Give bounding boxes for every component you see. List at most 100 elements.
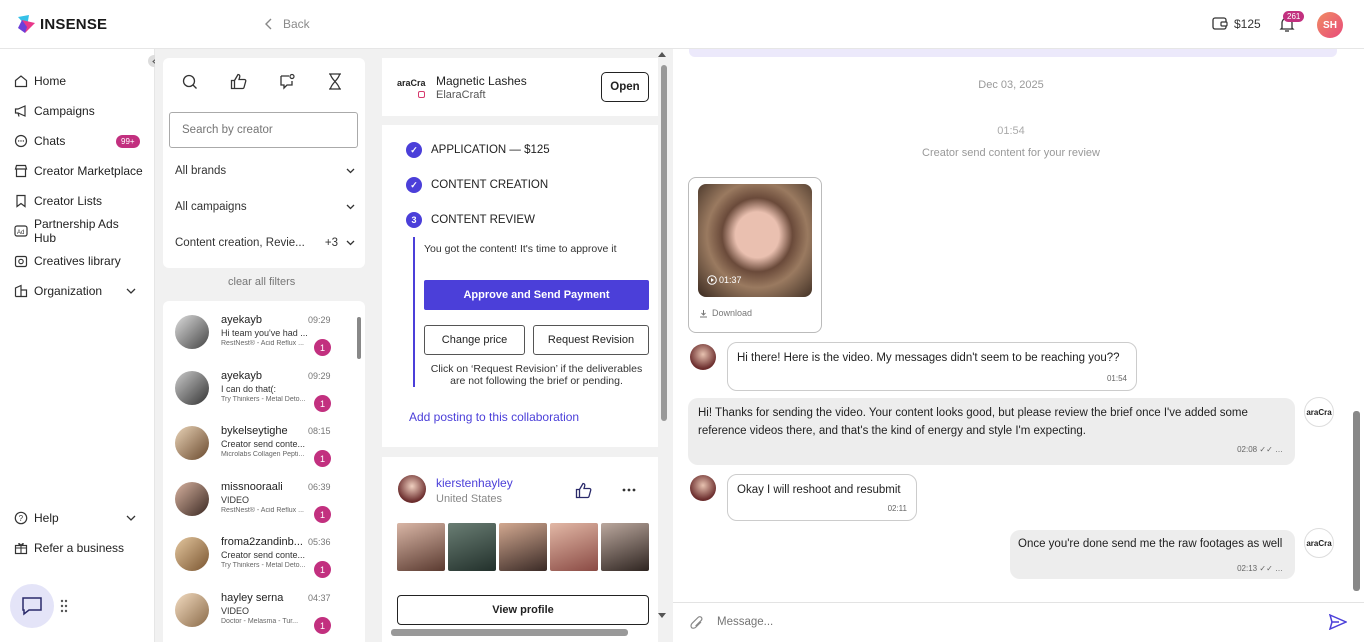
sidebar-item-label: Creator Lists (34, 194, 103, 208)
search-input[interactable] (169, 112, 358, 148)
clear-filters-link[interactable]: clear all filters (228, 276, 295, 288)
add-posting-link[interactable]: Add posting to this collaboration (409, 410, 579, 424)
logo[interactable]: INSENSE (16, 14, 107, 34)
user-avatar[interactable]: SH (1317, 12, 1343, 38)
open-campaign-button[interactable]: Open (601, 72, 649, 102)
wallet-icon (1212, 17, 1228, 30)
chat-list-item[interactable]: ayekayb 09:29 Hi team you've had ... Res… (165, 309, 337, 361)
bookmark-icon (16, 194, 26, 208)
creator-message-avatar (690, 344, 716, 370)
ad-icon: Ad (14, 225, 28, 237)
support-chat-button[interactable] (10, 584, 54, 628)
message-meta: 02:08 ✓✓ … (1237, 445, 1283, 454)
step-application: ✓ APPLICATION — $125 (406, 142, 550, 158)
send-button[interactable] (1329, 614, 1347, 630)
sidebar-item-home[interactable]: Home (14, 73, 144, 89)
brand-name: ElaraCraft (436, 89, 486, 101)
step-content-review: 3 CONTENT REVIEW (406, 212, 535, 228)
creator-avatar (398, 475, 426, 503)
scroll-down-icon[interactable] (658, 613, 666, 619)
message-time: 01:54 (1106, 374, 1127, 383)
step-label: APPLICATION — $125 (431, 144, 550, 156)
sidebar-item-creatives-library[interactable]: Creatives library (14, 253, 144, 269)
more-options-button[interactable] (622, 488, 636, 492)
sidebar-item-organization[interactable]: Organization (14, 283, 138, 299)
chat-list-item[interactable]: bykelseytighe 08:15 Creator send conte..… (165, 420, 337, 472)
notifications-button[interactable]: 261 (1279, 11, 1305, 33)
chat-icon (14, 134, 28, 148)
back-button[interactable]: Back (265, 17, 310, 31)
brands-select[interactable]: All brands (175, 165, 355, 177)
like-creator-button[interactable] (575, 482, 593, 499)
unread-badge: 1 (314, 561, 331, 578)
avatar (175, 593, 209, 627)
portfolio-thumbnail[interactable] (397, 523, 445, 571)
scroll-up-icon[interactable] (658, 51, 666, 57)
chat-list-item[interactable]: missnooraali 06:39 VIDEO RestNest® - Aci… (165, 476, 337, 528)
attach-button[interactable] (690, 615, 704, 630)
download-button[interactable]: Download (699, 308, 752, 318)
chat-list-item[interactable]: hayley serna 04:37 VIDEO Doctor - Melasm… (165, 587, 337, 639)
message-input[interactable] (717, 611, 1307, 633)
portfolio-thumbnail[interactable] (601, 523, 649, 571)
portfolio-thumbnail[interactable] (499, 523, 547, 571)
avatar (175, 315, 209, 349)
chat-time: 08:15 (308, 426, 331, 436)
svg-text:?: ? (19, 514, 24, 523)
campaigns-select[interactable]: All campaigns (175, 201, 355, 213)
chat-time: 05:36 (308, 537, 331, 547)
request-revision-button[interactable]: Request Revision (533, 325, 649, 355)
sidebar-item-campaigns[interactable]: Campaigns (14, 103, 144, 119)
support-chat-icon (22, 597, 42, 616)
portfolio-thumbnail[interactable] (448, 523, 496, 571)
chat-name: bykelseytighe (221, 425, 288, 437)
sidebar-item-refer[interactable]: Refer a business (14, 540, 144, 556)
chat-name: hayley serna (221, 592, 284, 604)
chat-scrollbar[interactable] (1353, 61, 1360, 601)
wallet-balance[interactable]: $125 (1212, 16, 1261, 31)
chat-name: ayekayb (221, 370, 262, 382)
logo-text: INSENSE (40, 15, 108, 33)
portfolio-thumbnail[interactable] (550, 523, 598, 571)
chat-list-item[interactable]: ayekayb 09:29 I can do that(: Try Thinke… (165, 365, 337, 417)
sidebar-item-partnership-ads-hub[interactable]: Ad Partnership Ads Hub (14, 217, 144, 245)
sidebar-item-creator-marketplace[interactable]: Creator Marketplace (14, 163, 144, 179)
chat-list-item[interactable]: froma2zandinb... 05:36 Creator send cont… (165, 531, 337, 583)
stages-select[interactable]: Content creation, Revie... +3 (175, 237, 355, 249)
chat-campaign: RestNest® - Acid Reflux ... (221, 340, 304, 347)
hourglass-icon[interactable] (328, 73, 342, 90)
approve-and-pay-button[interactable]: Approve and Send Payment (424, 280, 649, 310)
video-thumbnail[interactable]: 01:37 (698, 184, 812, 297)
collab-scrollbar[interactable] (661, 65, 667, 421)
sidebar-item-help[interactable]: ? Help (14, 510, 138, 526)
unread-chat-icon[interactable] (278, 73, 295, 90)
svg-text:Ad: Ad (17, 230, 24, 236)
brand-message-avatar: araCra (1304, 528, 1334, 558)
step-label: CONTENT REVIEW (431, 214, 535, 226)
chat-preview: I can do that(: (221, 384, 277, 394)
home-icon (14, 75, 28, 88)
sidebar-item-creator-lists[interactable]: Creator Lists (14, 193, 144, 209)
chat-time: 04:37 (308, 593, 331, 603)
sidebar-item-label: Campaigns (34, 104, 95, 118)
campaigns-select-value: All campaigns (175, 201, 247, 213)
thumbs-up-icon[interactable] (230, 73, 247, 90)
step-content-creation: ✓ CONTENT CREATION (406, 177, 548, 193)
chat-list-scrollbar[interactable] (355, 305, 363, 639)
chat-name: ayekayb (221, 314, 262, 326)
view-profile-button[interactable]: View profile (397, 595, 649, 625)
search-tab-icon[interactable] (182, 74, 198, 90)
drag-handle-icon[interactable] (60, 599, 68, 613)
send-icon (1329, 614, 1347, 630)
filter-card: All brands All campaigns Content creatio… (163, 58, 365, 268)
chat-preview: Hi team you've had ... (221, 328, 308, 338)
paperclip-icon (690, 616, 703, 629)
change-price-button[interactable]: Change price (424, 325, 525, 355)
creator-name[interactable]: kierstenhayley (436, 476, 513, 490)
play-icon (707, 275, 717, 285)
thumbnails-horizontal-scrollbar[interactable] (391, 629, 628, 636)
video-attachment[interactable]: 01:37 Download (688, 177, 822, 333)
chat-preview: VIDEO (221, 495, 250, 505)
chat-preview: Creator send conte... (221, 550, 306, 560)
message-bubble: Okay I will reshoot and resubmit 02:11 (727, 474, 917, 521)
